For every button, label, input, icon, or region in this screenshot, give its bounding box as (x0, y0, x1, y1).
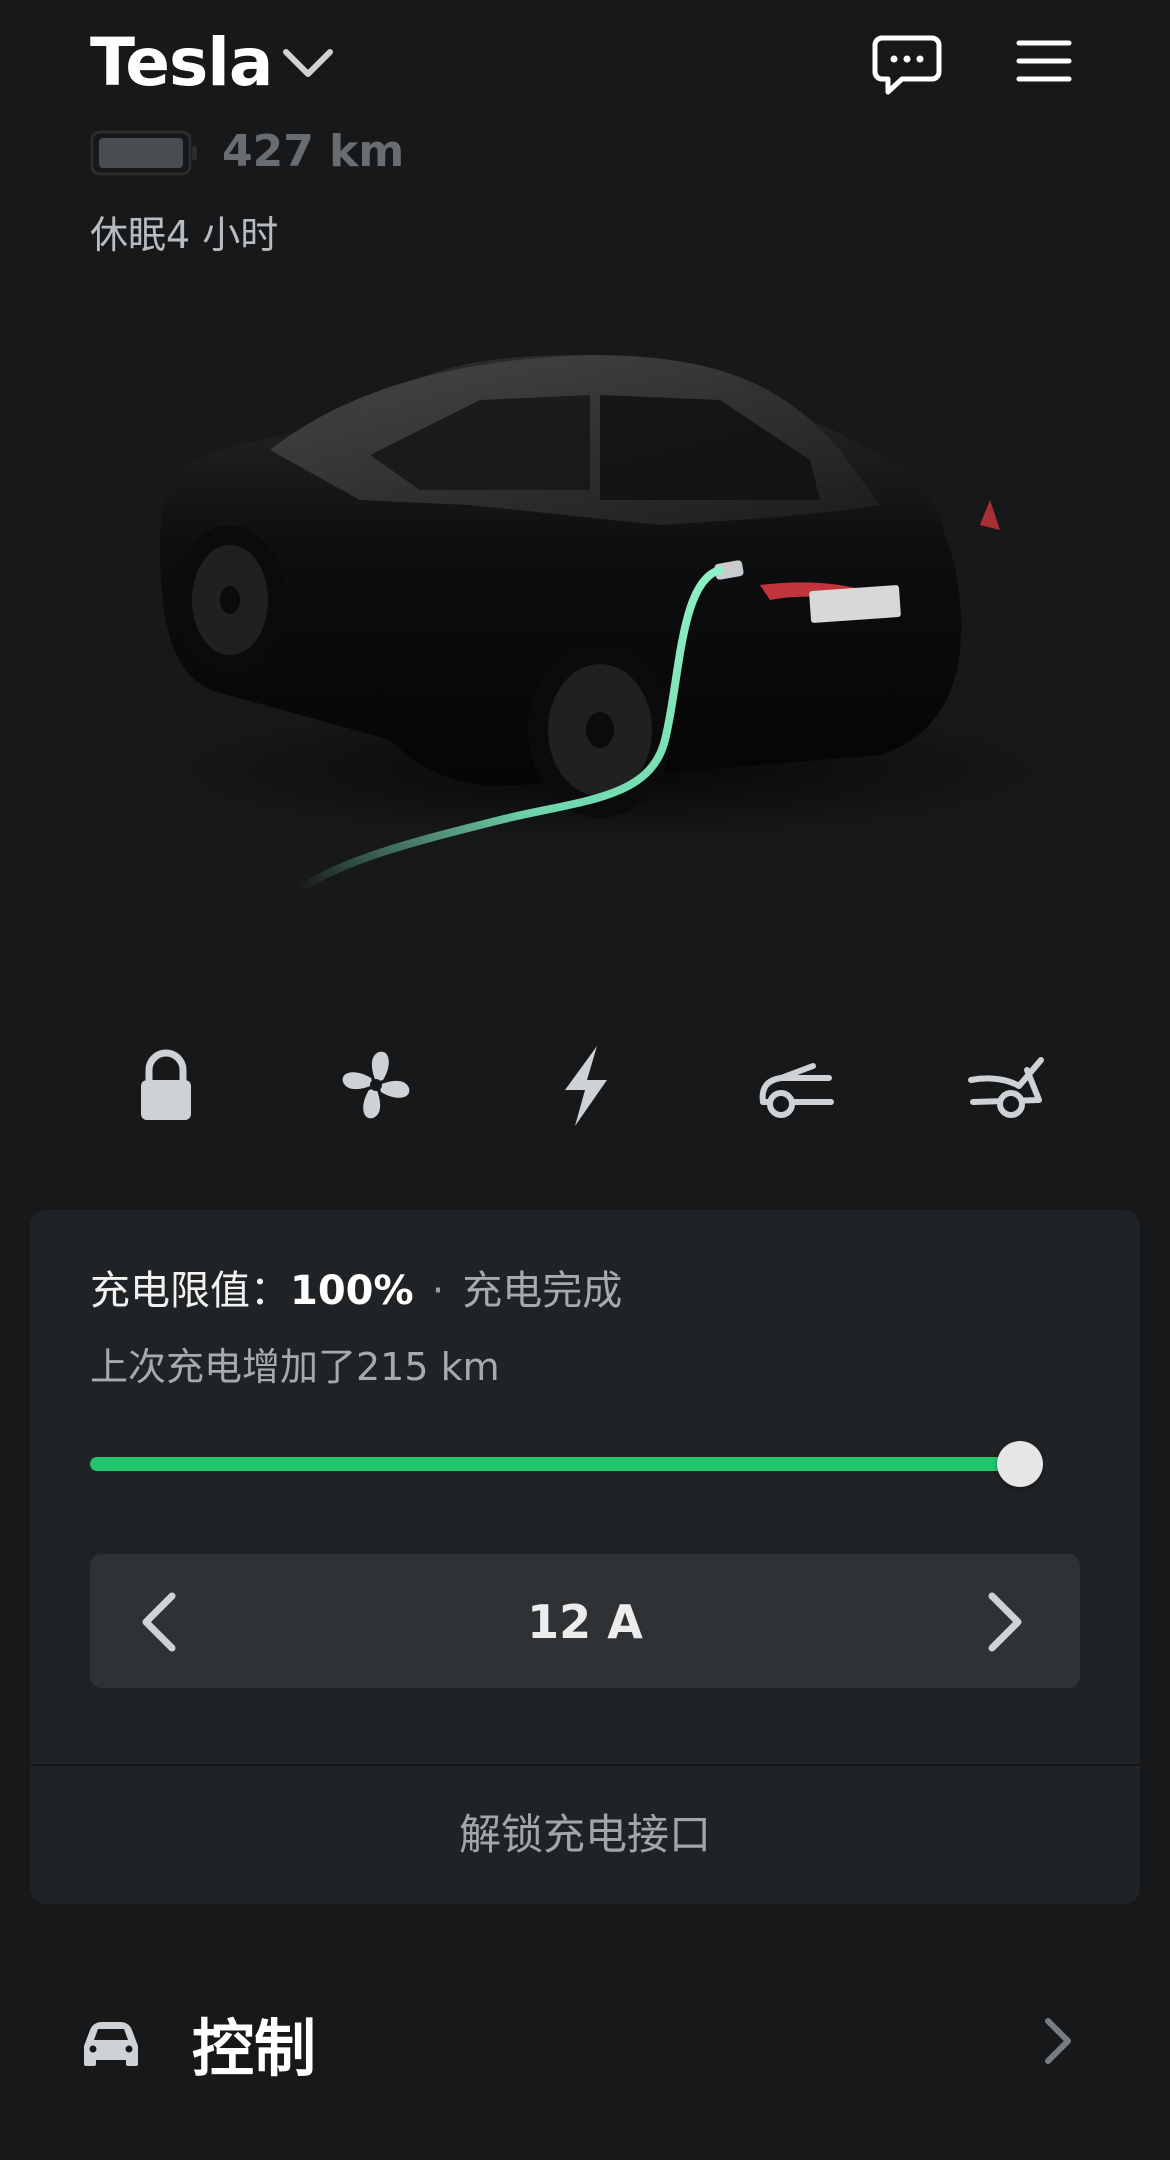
charge-limit-label: 充电限值： (90, 1268, 290, 1314)
controls-row[interactable] (0, 1960, 1170, 2120)
vehicle-image (150, 355, 1070, 894)
chevron-left-icon[interactable] (130, 1590, 190, 1654)
vehicle-name[interactable]: Tesla (90, 24, 273, 101)
slider-knob[interactable] (997, 1441, 1043, 1487)
charge-limit-row: 充电限值：100% · 充电完成 (90, 1258, 622, 1316)
chevron-right-icon[interactable] (974, 1590, 1034, 1654)
sleep-status: 休眠4 小时 (90, 213, 279, 257)
range-added-text: 上次充电增加了215 km (90, 1345, 500, 1389)
separator-dot: · (431, 1268, 445, 1314)
charge-limit-value: 100% (290, 1268, 414, 1314)
trunk-icon[interactable] (961, 1040, 1051, 1130)
chat-icon[interactable] (872, 34, 942, 96)
card-divider (30, 1764, 1140, 1766)
unlock-charge-port-button[interactable]: 解锁充电接口 (30, 1780, 1140, 1890)
slider-fill (90, 1457, 1020, 1471)
controls-label: 控制 (192, 2012, 317, 2085)
battery-icon (90, 130, 197, 176)
charge-bolt-icon[interactable] (541, 1040, 631, 1130)
range-text: 427 km (222, 126, 405, 177)
menu-icon[interactable] (1016, 38, 1072, 84)
charge-status: 充电完成 (462, 1268, 623, 1314)
frunk-icon[interactable] (751, 1040, 841, 1130)
lock-icon[interactable] (121, 1040, 211, 1130)
charge-limit-slider[interactable] (90, 1441, 1043, 1487)
charge-current-value: 12 A (527, 1595, 643, 1649)
chevron-right-icon[interactable] (1040, 2016, 1074, 2066)
chevron-down-icon[interactable] (280, 44, 336, 84)
fan-icon[interactable] (331, 1040, 421, 1130)
car-icon (84, 2022, 138, 2066)
